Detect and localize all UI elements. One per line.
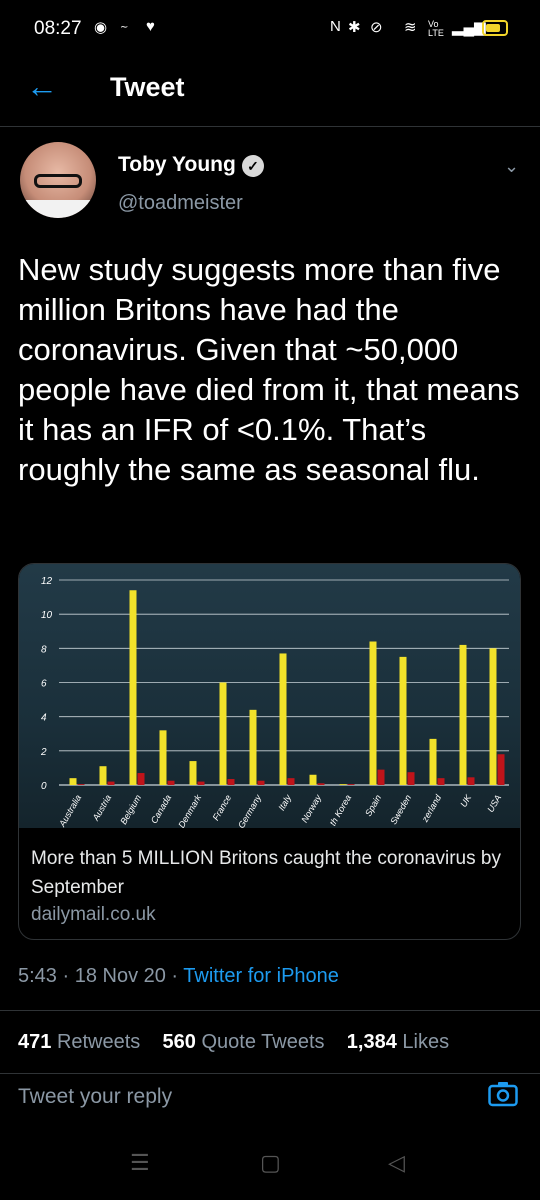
avatar-shirt xyxy=(20,200,96,218)
quotes-label: Quote Tweets xyxy=(201,1031,325,1053)
bar-red xyxy=(467,777,475,785)
bar-red xyxy=(257,780,265,785)
bar-yellow xyxy=(219,682,227,785)
bar-yellow xyxy=(279,653,287,785)
bar-yellow xyxy=(69,778,77,785)
bar-red xyxy=(377,769,385,785)
engagement-stats: 471 Retweets 560 Quote Tweets 1,384 Like… xyxy=(0,1010,540,1074)
x-tick-label: Germany xyxy=(236,793,263,828)
system-nav-bar: ☰ ▢ ◁ xyxy=(0,1140,540,1200)
bluetooth-icon: ✱ xyxy=(348,19,361,36)
bar-yellow xyxy=(459,644,467,785)
network-label: Vo LTE xyxy=(428,19,444,38)
retweets-stat[interactable]: 471 Retweets xyxy=(18,1031,140,1053)
retweets-label: Retweets xyxy=(56,1031,141,1053)
y-tick-label: 6 xyxy=(41,679,47,690)
battery-icon xyxy=(482,20,508,36)
header: ← Tweet xyxy=(0,58,540,127)
x-tick-label: Spain xyxy=(363,793,383,818)
bar-chart: 0 2 4 6 8 10 12 Australia Austria Belgium Canada De… xyxy=(40,576,509,830)
verified-badge-icon: ✓ xyxy=(242,155,264,177)
card-domain: dailymail.co.uk xyxy=(31,904,156,925)
x-tick-label: France xyxy=(211,793,234,822)
bar-red xyxy=(317,783,325,785)
bar-red xyxy=(107,781,115,785)
bar-yellow xyxy=(429,738,437,785)
home-icon[interactable]: ▢ xyxy=(260,1150,281,1176)
y-tick-label: 8 xyxy=(41,644,47,655)
author-name[interactable]: Toby Young xyxy=(118,153,236,177)
chevron-down-icon[interactable]: ⌄ xyxy=(504,156,519,177)
x-tick-label: Denmark xyxy=(176,793,203,828)
x-tick-label: Sweden xyxy=(388,793,413,826)
back-icon[interactable]: ◁ xyxy=(388,1150,405,1176)
signal-icon: ▂▄▆ xyxy=(452,19,486,36)
likes-stat[interactable]: 1,384 Likes xyxy=(347,1031,449,1053)
bar-red xyxy=(437,778,445,785)
bar-yellow xyxy=(369,641,377,785)
retweets-count: 471 xyxy=(18,1031,52,1053)
y-tick-label: 4 xyxy=(41,713,47,724)
x-tick-label: UK xyxy=(458,792,473,809)
vibrate-icon: ⊘ xyxy=(370,19,383,36)
quotes-count: 560 xyxy=(162,1031,196,1053)
tweet-source-link[interactable]: Twitter for iPhone xyxy=(183,965,339,987)
x-tick-label: th Korea xyxy=(328,793,354,827)
chart-image: 0 2 4 6 8 10 12 Australia Austria Belgium Canada De… xyxy=(19,564,520,830)
status-time: 08:27 xyxy=(34,18,82,39)
tweet-timestamp: 5:43 · 18 Nov 20 · xyxy=(18,965,184,987)
x-tick-label: Canada xyxy=(149,793,173,825)
bar-yellow xyxy=(159,730,167,785)
x-tick-label: USA xyxy=(485,793,503,814)
calm-icon: ∼ xyxy=(120,22,129,33)
link-card[interactable]: 0 2 4 6 8 10 12 Australia Austria Belgium Canada De… xyxy=(18,563,521,940)
shazam-icon: ◉ xyxy=(94,19,108,36)
wifi-icon: ≋ xyxy=(404,19,417,36)
x-tick-label: Austria xyxy=(90,793,113,823)
x-tick-label: Italy xyxy=(276,793,293,813)
bar-red xyxy=(77,784,85,785)
bar-red xyxy=(137,773,145,785)
tweet-meta: 5:43 · 18 Nov 20 · Twitter for iPhone xyxy=(18,965,339,988)
bar-yellow xyxy=(339,784,347,785)
y-tick-label: 12 xyxy=(41,576,53,587)
bar-yellow xyxy=(489,648,497,785)
reply-input[interactable]: Tweet your reply xyxy=(18,1085,172,1109)
status-bar: 08:27 ◉ ∼ ♥ N ✱ ⊘ ≋ Vo LTE ▂▄▆ xyxy=(0,0,540,58)
y-tick-label: 2 xyxy=(40,747,47,758)
x-tick-label: zerland xyxy=(419,792,443,824)
author-handle[interactable]: @toadmeister xyxy=(118,192,243,215)
y-tick-label: 0 xyxy=(41,781,47,792)
likes-label: Likes xyxy=(402,1031,450,1053)
bar-red xyxy=(347,784,355,785)
quotes-stat[interactable]: 560 Quote Tweets xyxy=(163,1031,325,1053)
bar-yellow xyxy=(129,590,137,785)
heart-icon: ♥ xyxy=(146,18,155,35)
nfc-icon: N xyxy=(330,18,341,35)
bar-yellow xyxy=(249,709,257,785)
avatar-glasses xyxy=(34,174,82,188)
x-tick-label: Belgium xyxy=(118,793,143,827)
bar-red xyxy=(407,772,415,785)
avatar[interactable] xyxy=(20,142,96,218)
back-arrow-icon[interactable]: ← xyxy=(26,70,58,102)
tweet-text: New study suggests more than five millio… xyxy=(18,252,520,487)
camera-icon[interactable] xyxy=(488,1081,518,1107)
bar-red xyxy=(167,780,175,785)
y-tick-label: 10 xyxy=(41,610,53,621)
page-title: Tweet xyxy=(110,72,185,102)
bar-yellow xyxy=(309,774,317,785)
x-tick-label: Australia xyxy=(57,793,84,828)
x-tick-label: Norway xyxy=(299,793,323,825)
bar-yellow xyxy=(189,761,197,785)
card-title: More than 5 MILLION Britons caught the c… xyxy=(31,848,501,898)
likes-count: 1,384 xyxy=(346,1031,397,1053)
bar-red xyxy=(497,754,505,785)
bar-yellow xyxy=(399,656,407,785)
bar-red xyxy=(197,781,205,785)
bar-red xyxy=(227,779,235,785)
bar-red xyxy=(287,778,295,785)
menu-icon[interactable]: ☰ xyxy=(130,1150,150,1176)
bar-yellow xyxy=(99,766,107,785)
